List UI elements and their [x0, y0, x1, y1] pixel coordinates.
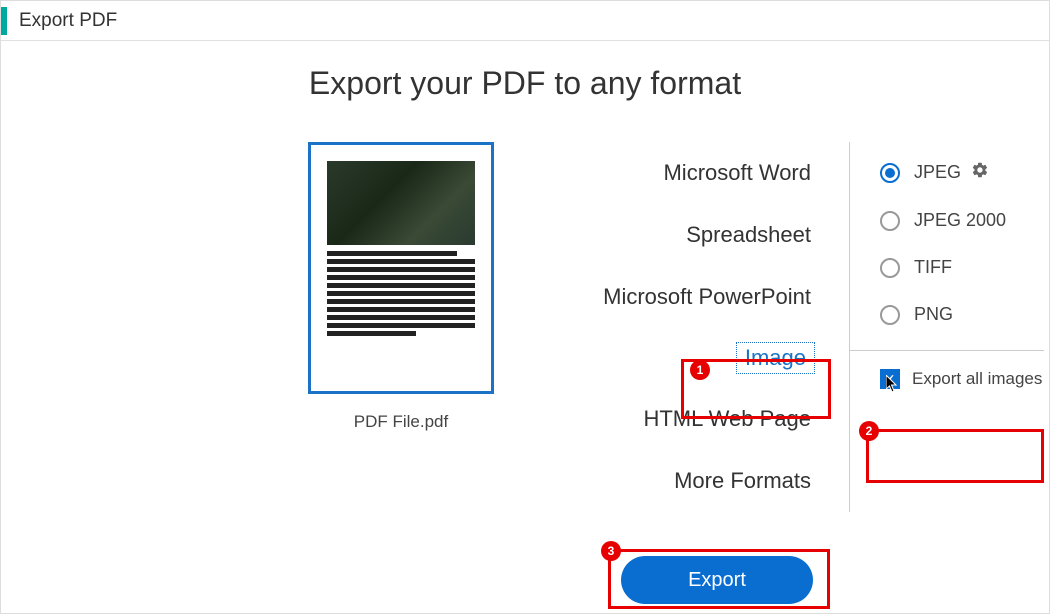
radio-icon	[880, 258, 900, 278]
radio-icon	[880, 163, 900, 183]
annotation-badge-2: 2	[859, 421, 879, 441]
file-name: PDF File.pdf	[301, 412, 501, 432]
radio-label: JPEG	[914, 162, 961, 183]
export-all-images-checkbox[interactable]: ✓ Export all images	[880, 369, 1044, 389]
thumb-textline	[327, 251, 457, 256]
format-option-more[interactable]: More Formats	[541, 450, 841, 512]
radio-label: TIFF	[914, 257, 952, 278]
thumb-textline	[327, 299, 475, 304]
format-option-word[interactable]: Microsoft Word	[541, 142, 841, 204]
format-option-powerpoint[interactable]: Microsoft PowerPoint	[541, 266, 841, 328]
thumb-textline	[327, 259, 475, 264]
panel-header: Export PDF	[1, 1, 1049, 41]
radio-icon	[880, 211, 900, 231]
thumb-textline	[327, 291, 475, 296]
checkbox-label: Export all images	[912, 369, 1042, 389]
thumb-textline	[327, 315, 475, 320]
thumb-textline	[327, 307, 475, 312]
radio-label: JPEG 2000	[914, 210, 1006, 231]
thumbnail-image	[327, 161, 475, 245]
thumb-textline	[327, 275, 475, 280]
panel-title: Export PDF	[19, 10, 117, 32]
radio-jpeg2000[interactable]: JPEG 2000	[880, 197, 1044, 244]
annotation-badge-1: 1	[690, 360, 710, 380]
accent-bar	[1, 7, 7, 35]
main-heading: Export your PDF to any format	[1, 65, 1049, 102]
radio-icon	[880, 305, 900, 325]
radio-label: PNG	[914, 304, 953, 325]
radio-tiff[interactable]: TIFF	[880, 244, 1044, 291]
format-option-spreadsheet[interactable]: Spreadsheet	[541, 204, 841, 266]
thumb-textline	[327, 283, 475, 288]
annotation-box-3	[608, 549, 830, 609]
thumb-textline	[327, 267, 475, 272]
thumb-textline	[327, 323, 475, 328]
format-list: Microsoft Word Spreadsheet Microsoft Pow…	[541, 142, 841, 512]
file-preview: PDF File.pdf	[301, 142, 501, 432]
divider	[850, 350, 1044, 351]
cursor-icon	[886, 375, 900, 398]
thumb-textline	[327, 331, 416, 336]
radio-png[interactable]: PNG	[880, 291, 1044, 338]
pdf-thumbnail[interactable]	[308, 142, 494, 394]
radio-jpeg[interactable]: JPEG	[880, 148, 1044, 197]
annotation-badge-3: 3	[601, 541, 621, 561]
annotation-box-2	[866, 429, 1044, 483]
checkbox-icon: ✓	[880, 369, 900, 389]
gear-icon[interactable]	[971, 161, 989, 184]
